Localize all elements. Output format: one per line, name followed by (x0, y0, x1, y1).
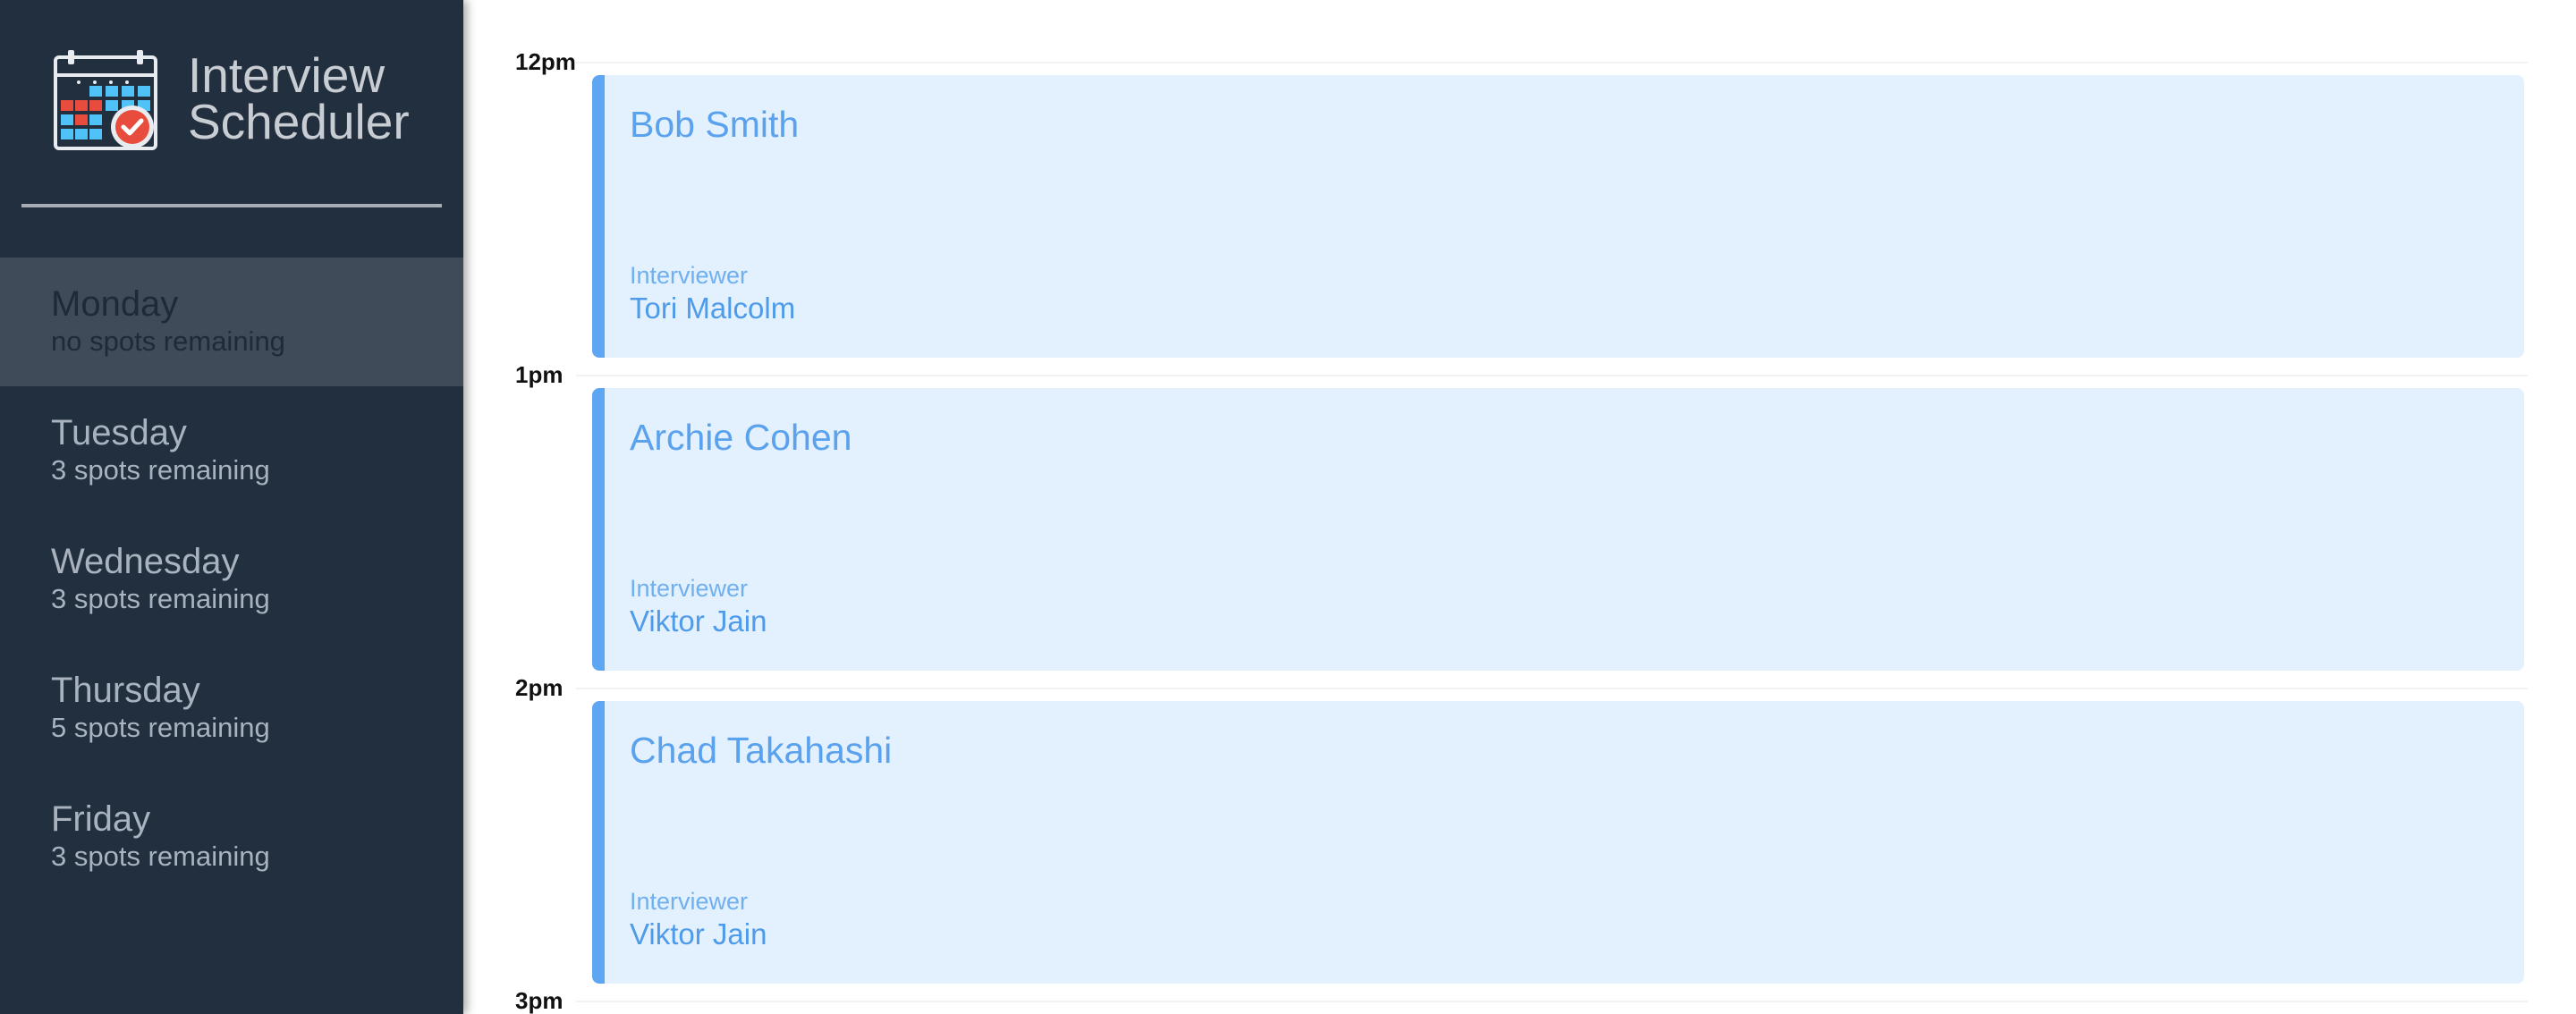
day-item-thursday[interactable]: Thursday 5 spots remaining (0, 644, 463, 773)
time-divider (576, 688, 2528, 689)
interviewer-label: Interviewer (630, 888, 749, 915)
day-name: Wednesday (51, 542, 240, 581)
time-slot-header: 1pm (515, 361, 2528, 388)
app-logo: Interview Scheduler (52, 48, 410, 156)
interviewer-name: Viktor Jain (630, 917, 767, 951)
day-spots: 3 spots remaining (51, 583, 270, 614)
time-divider (576, 375, 2528, 376)
day-spots: no spots remaining (51, 325, 285, 357)
appointment-card[interactable]: Bob Smith Interviewer Tori Malcolm (592, 75, 2524, 358)
app-title: Interview Scheduler (188, 47, 410, 149)
time-label: 1pm (515, 361, 564, 388)
interviewer-label: Interviewer (630, 575, 749, 602)
interviewer-name: Tori Malcolm (630, 292, 796, 325)
day-spots: 3 spots remaining (51, 841, 270, 872)
day-name: Tuesday (51, 413, 187, 452)
time-label: 2pm (515, 674, 564, 701)
day-item-wednesday[interactable]: Wednesday 3 spots remaining (0, 515, 463, 644)
appointment-card[interactable]: Chad Takahashi Interviewer Viktor Jain (592, 701, 2524, 984)
interviewer-name: Viktor Jain (630, 604, 767, 638)
appointment-card[interactable]: Archie Cohen Interviewer Viktor Jain (592, 388, 2524, 671)
time-slot-header: 2pm (515, 674, 2528, 701)
time-slot-header: 12pm (515, 48, 2528, 75)
student-name: Archie Cohen (630, 417, 852, 458)
sidebar-divider (21, 204, 442, 207)
calendar-check-icon (54, 50, 157, 150)
schedule: 12pm Bob Smith Interviewer Tori Malcolm … (463, 0, 2576, 1014)
student-name: Chad Takahashi (630, 730, 893, 771)
app-title-line1: Interview (188, 47, 386, 103)
day-name: Thursday (51, 671, 200, 710)
day-name: Friday (51, 799, 151, 839)
sidebar: Interview Scheduler Monday no spots rema… (0, 0, 463, 1014)
time-label: 3pm (515, 987, 564, 1014)
time-divider (576, 1001, 2528, 1002)
day-list: Monday no spots remaining Tuesday 3 spot… (0, 258, 463, 901)
app-title-line2: Scheduler (188, 94, 410, 149)
student-name: Bob Smith (630, 104, 800, 145)
time-divider (576, 62, 2528, 63)
day-spots: 5 spots remaining (51, 712, 270, 743)
day-item-friday[interactable]: Friday 3 spots remaining (0, 773, 463, 901)
day-item-monday[interactable]: Monday no spots remaining (0, 258, 463, 386)
time-slot-header: 3pm (515, 987, 2528, 1014)
day-item-tuesday[interactable]: Tuesday 3 spots remaining (0, 386, 463, 515)
day-spots: 3 spots remaining (51, 454, 270, 486)
day-name: Monday (51, 284, 179, 324)
time-label: 12pm (515, 48, 576, 75)
interviewer-label: Interviewer (630, 262, 749, 289)
